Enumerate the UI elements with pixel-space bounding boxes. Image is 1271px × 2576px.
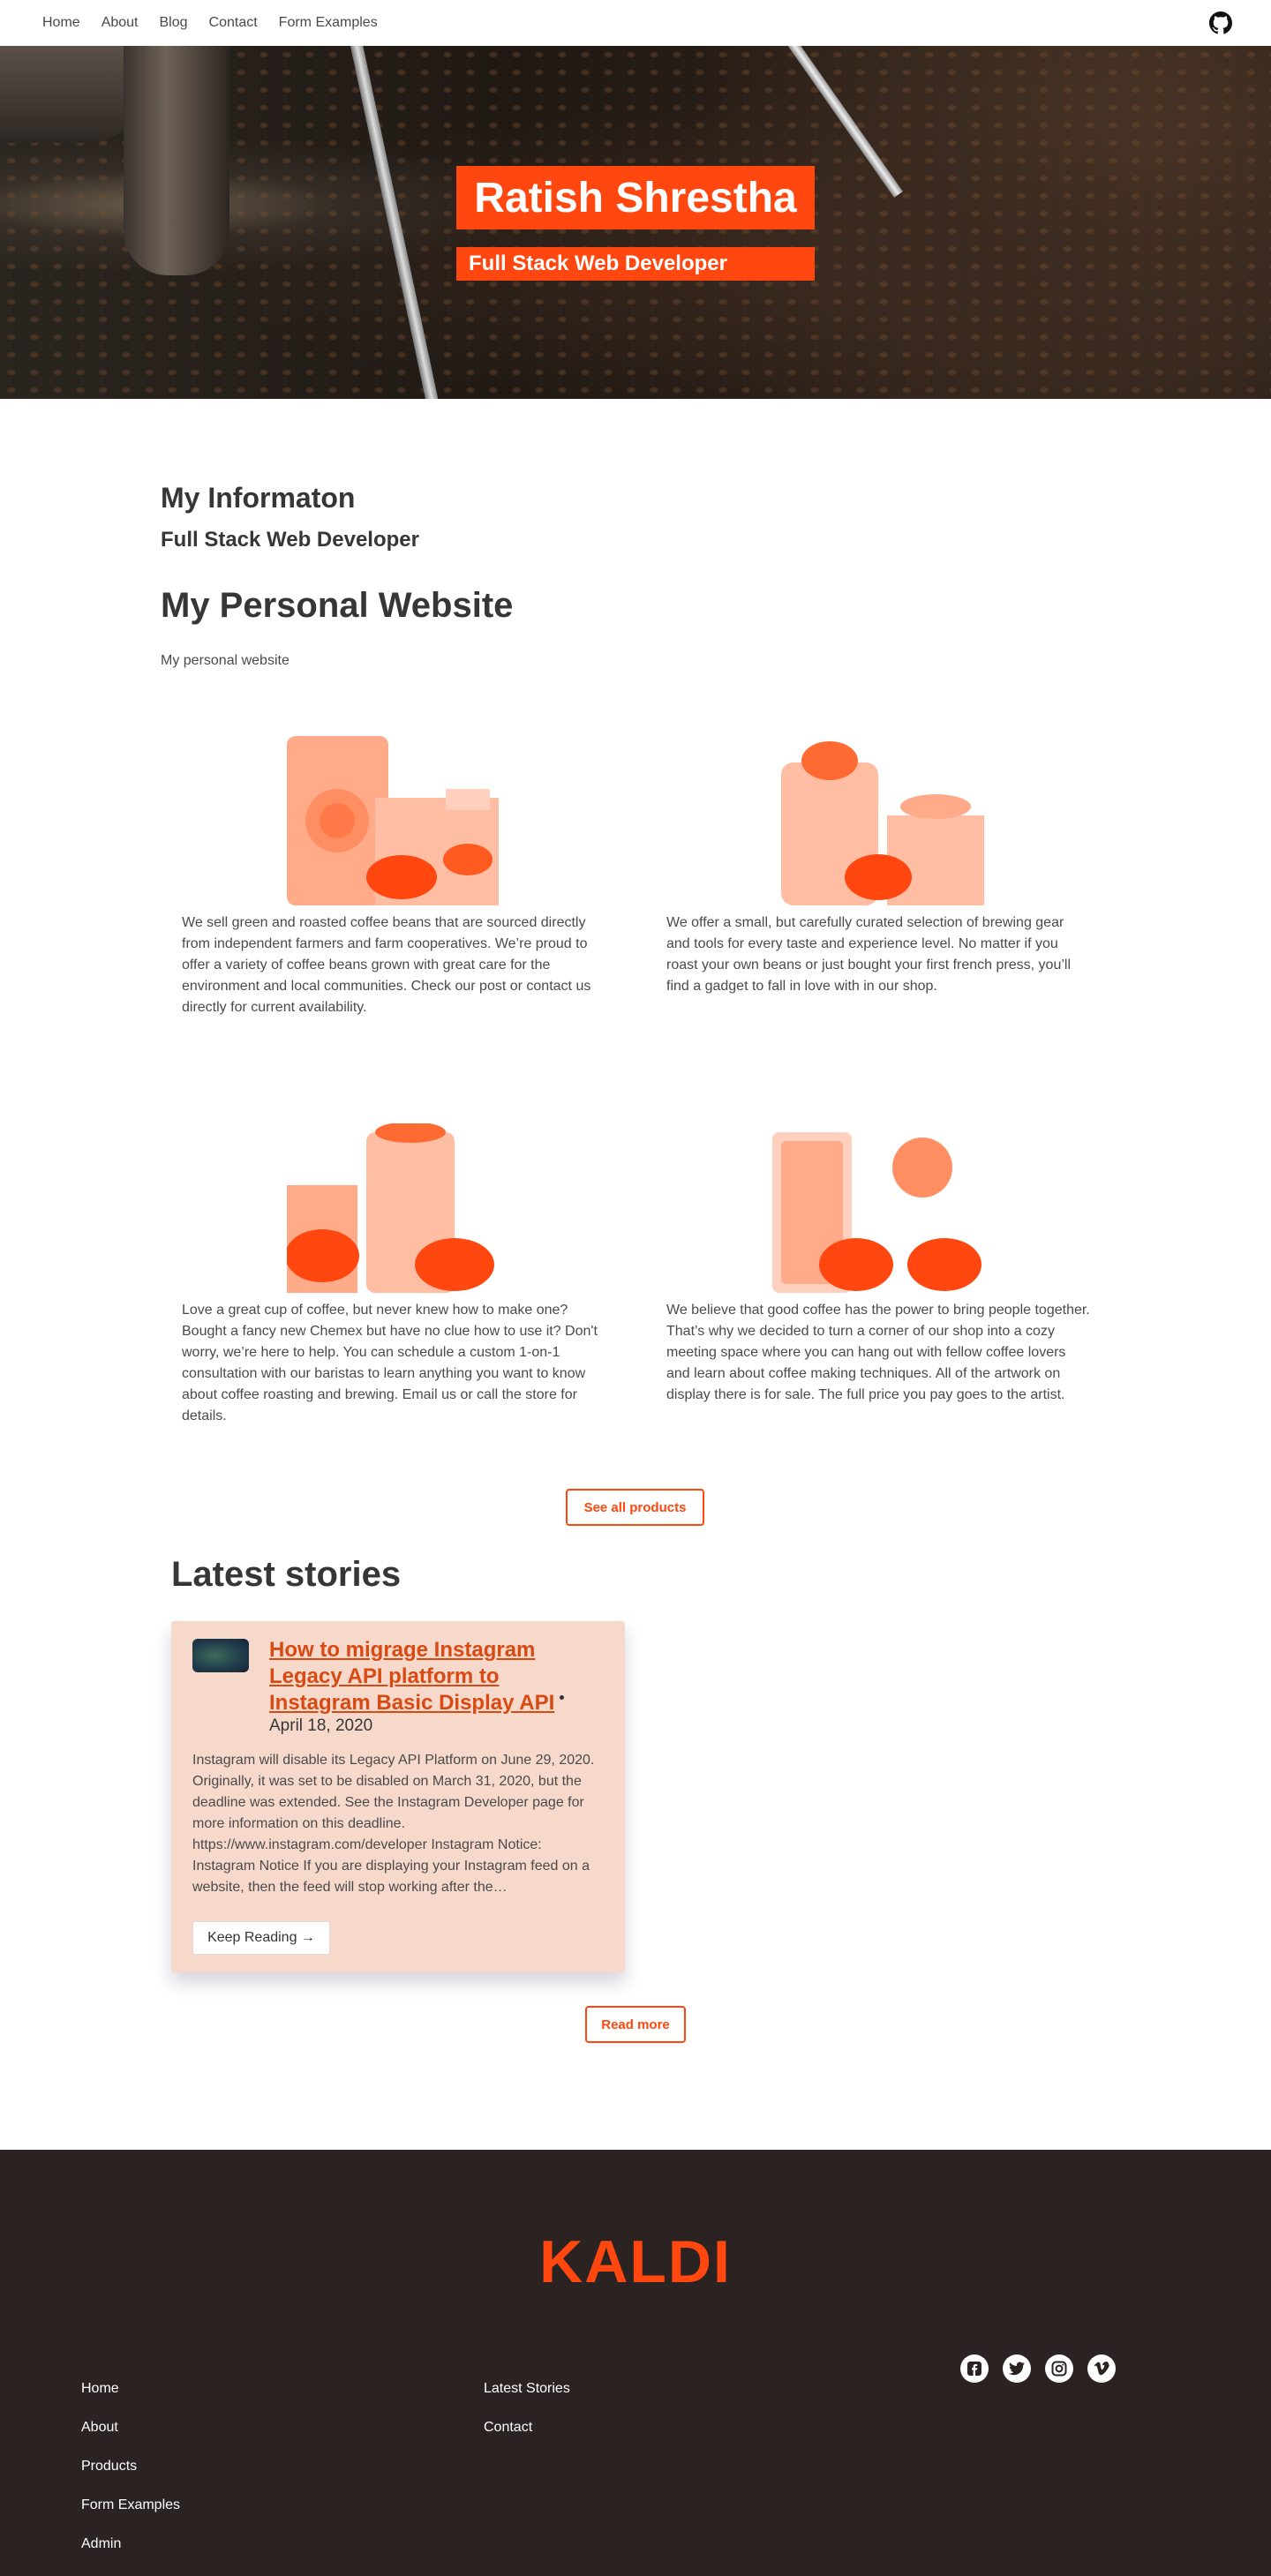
read-more-button[interactable]: Read more <box>585 2006 686 2043</box>
see-all-products-button[interactable]: See all products <box>566 1489 704 1526</box>
nav-link-blog[interactable]: Blog <box>160 15 188 31</box>
site-heading: My Personal Website <box>161 586 514 625</box>
roaster-body <box>0 46 141 143</box>
coffee-cups-icon <box>772 1132 981 1293</box>
footer-link-home[interactable]: Home <box>81 2381 119 2397</box>
facebook-icon[interactable] <box>960 2354 989 2383</box>
footer-link-about[interactable]: About <box>81 2420 118 2436</box>
blog-post-card: How to migrage Instagram Legacy API plat… <box>171 1621 625 1972</box>
roaster-pipe <box>124 46 229 275</box>
feature-text: We sell green and roasted coffee beans t… <box>182 915 591 1015</box>
github-icon[interactable] <box>1209 11 1232 34</box>
top-navbar: Home About Blog Contact Form Examples <box>0 0 1271 46</box>
latest-stories-heading: Latest stories <box>171 1555 402 1594</box>
feature-text: We believe that good coffee has the powe… <box>666 1303 1090 1402</box>
footer-logo[interactable]: KALDI <box>0 2227 1271 2296</box>
nav-links: Home About Blog Contact Form Examples <box>42 15 378 31</box>
info-heading: My Informaton <box>161 482 356 514</box>
footer-link-form-examples[interactable]: Form Examples <box>81 2497 180 2513</box>
feature-text: We offer a small, but carefully curated … <box>666 915 1071 994</box>
footer-link-admin[interactable]: Admin <box>81 2536 121 2552</box>
coffee-bag-icon <box>287 736 499 905</box>
nav-link-form-examples[interactable]: Form Examples <box>279 15 378 31</box>
footer-link-contact[interactable]: Contact <box>484 2420 532 2436</box>
role-heading: Full Stack Web Developer <box>161 528 419 552</box>
post-excerpt: Instagram will disable its Legacy API Pl… <box>192 1753 595 1895</box>
post-thumbnail[interactable] <box>192 1639 249 1672</box>
site-description: My personal website <box>161 653 290 668</box>
feature-text: Love a great cup of coffee, but never kn… <box>182 1303 598 1423</box>
keep-reading-button[interactable]: Keep Reading → <box>192 1921 330 1955</box>
hero-title: Ratish Shrestha <box>456 166 815 229</box>
instagram-icon[interactable] <box>1045 2354 1073 2383</box>
nav-link-home[interactable]: Home <box>42 15 80 31</box>
coffee-gear-icon <box>772 736 984 905</box>
site-footer <box>0 2150 1271 2576</box>
footer-link-products[interactable]: Products <box>81 2459 137 2475</box>
nav-link-contact[interactable]: Contact <box>209 15 258 31</box>
vimeo-icon[interactable] <box>1087 2354 1116 2383</box>
hero-banner: Ratish Shrestha Full Stack Web Developer <box>0 46 1271 399</box>
nav-link-about[interactable]: About <box>102 15 139 31</box>
coffee-class-icon <box>287 1123 494 1293</box>
twitter-icon[interactable] <box>1003 2354 1031 2383</box>
post-date: April 18, 2020 <box>269 1716 373 1735</box>
hero-subtitle: Full Stack Web Developer <box>456 247 815 281</box>
post-title-link[interactable]: How to migrage Instagram Legacy API plat… <box>269 1637 560 1716</box>
footer-link-latest-stories[interactable]: Latest Stories <box>484 2381 570 2397</box>
bullet-separator <box>560 1695 564 1700</box>
